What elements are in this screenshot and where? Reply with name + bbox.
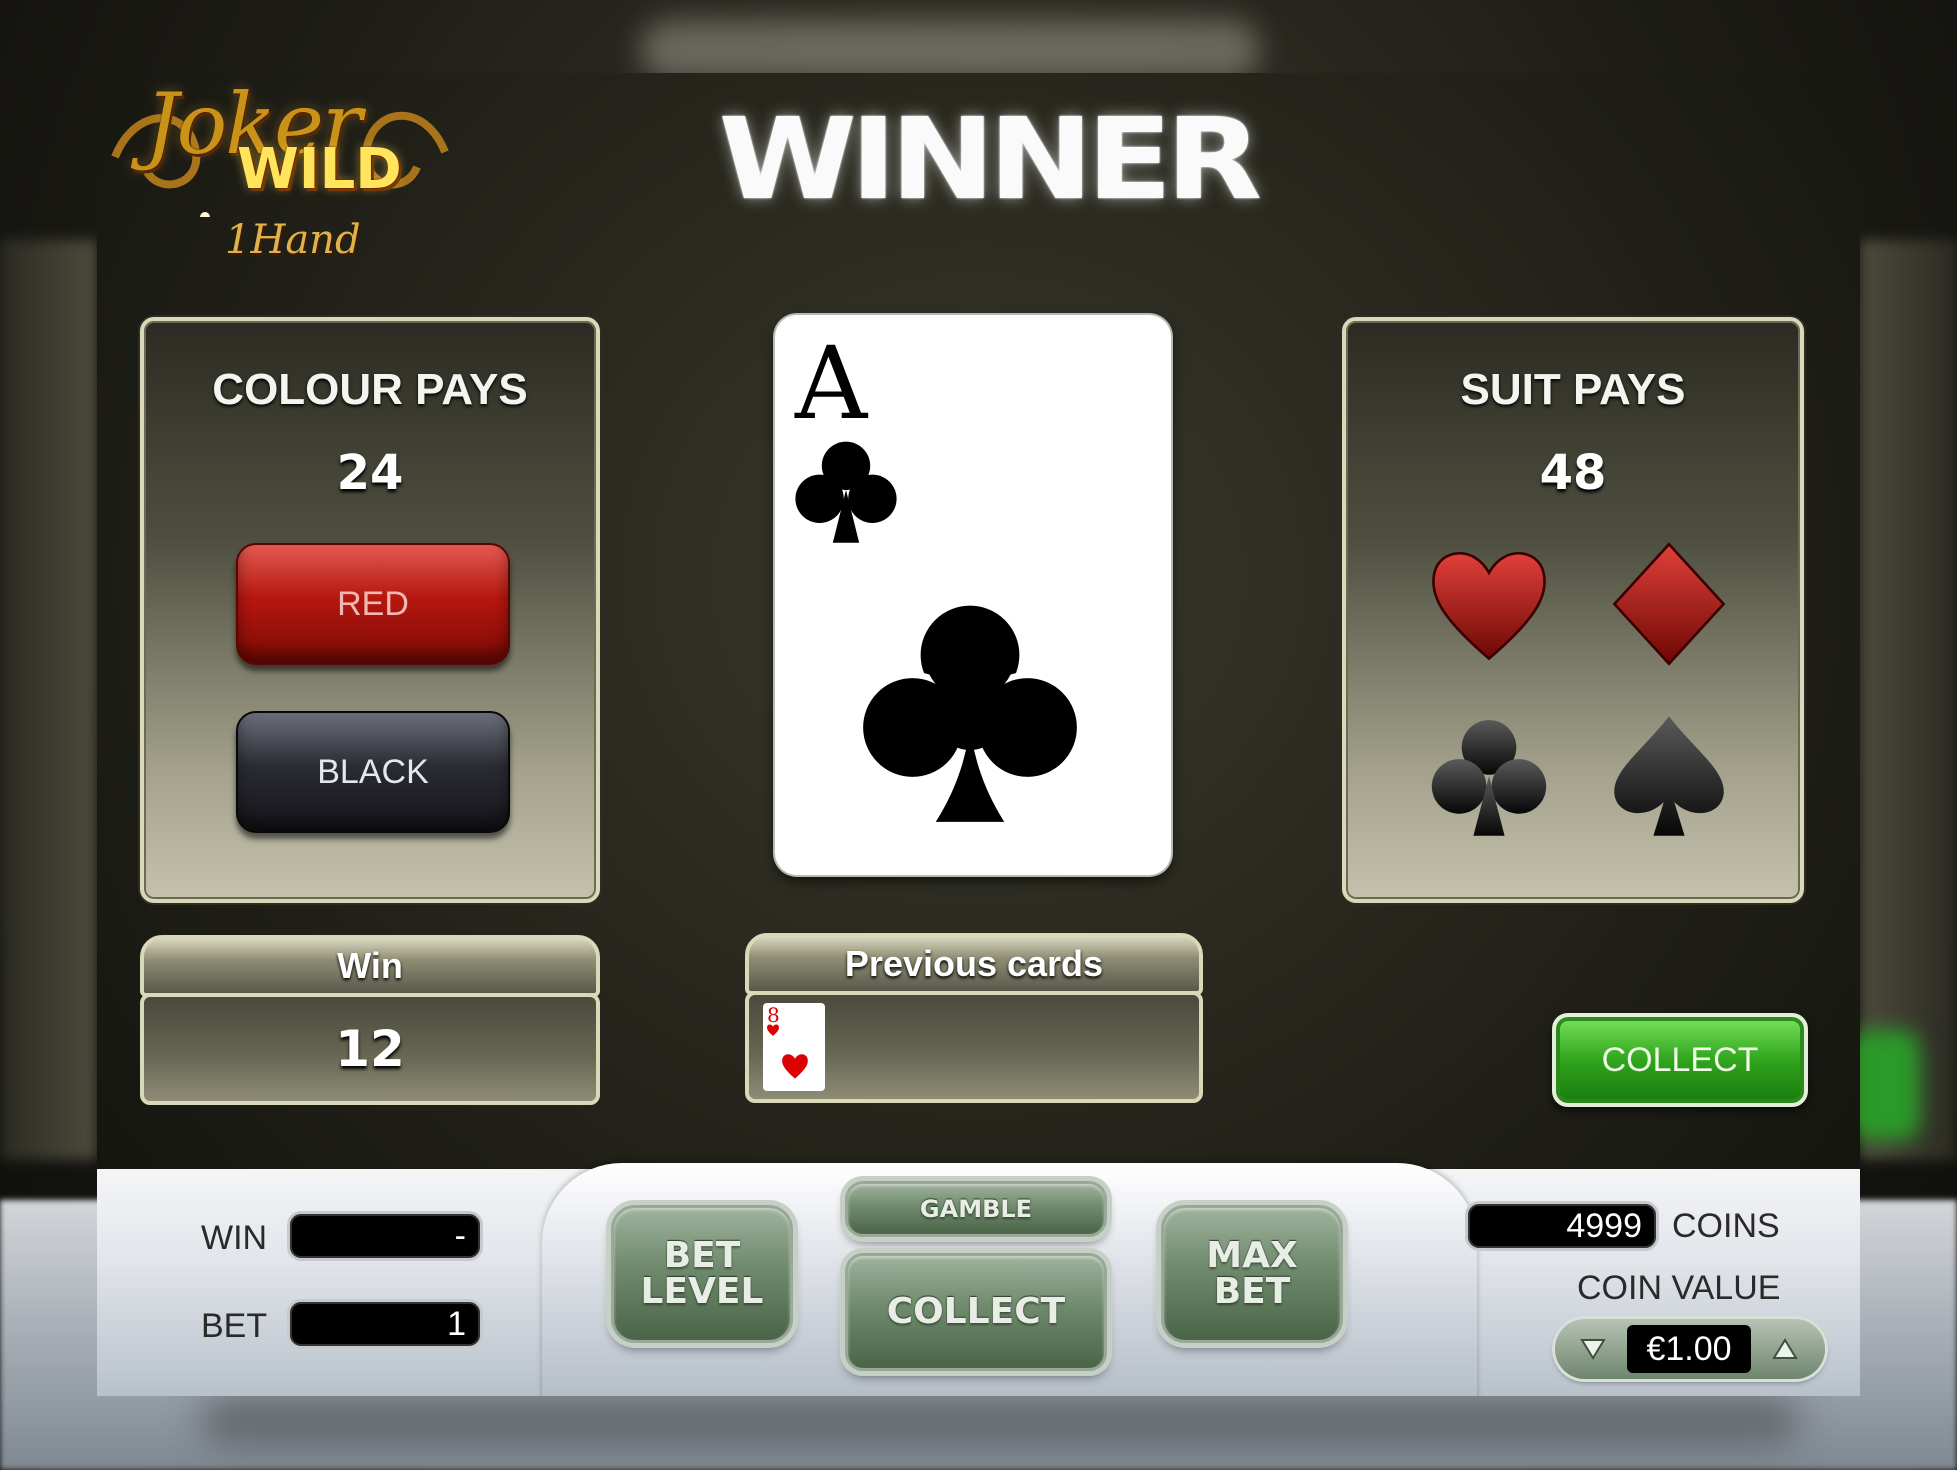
bet-level-button[interactable]: BET LEVEL	[611, 1205, 793, 1343]
game-logo: Joker WILD 1Hand	[105, 75, 457, 287]
winner-banner: WINNER	[718, 95, 1263, 225]
collect-button[interactable]: COLLECT	[845, 1253, 1107, 1371]
arrow-up-icon	[1772, 1338, 1798, 1359]
club-icon[interactable]	[1424, 711, 1554, 841]
coins-meter-value: 4999	[1465, 1201, 1659, 1251]
game-screen: Joker WILD 1Hand WINNER COLOUR PAYS 24 R…	[97, 73, 1860, 1396]
coins-label: COINS	[1672, 1207, 1780, 1245]
diamond-icon[interactable]	[1604, 539, 1734, 669]
collect-gamble-button[interactable]: COLLECT	[1552, 1013, 1808, 1107]
win-box-label: Win	[337, 945, 403, 986]
previous-cards-label: Previous cards	[844, 943, 1104, 984]
coin-value-down-button[interactable]	[1573, 1333, 1613, 1365]
bet-level-line1: BET	[663, 1235, 741, 1276]
colour-pays-value: 24	[336, 445, 404, 501]
suit-pays-value: 48	[1539, 445, 1607, 501]
black-button[interactable]: BLACK	[236, 711, 510, 833]
win-box-value: 12	[335, 1020, 405, 1078]
gamble-button[interactable]: GAMBLE	[845, 1181, 1107, 1237]
win-label-box: Win	[140, 935, 600, 997]
heart-icon[interactable]	[1424, 539, 1554, 669]
background-blur-right	[1860, 240, 1957, 1160]
logo-hand-text: 1Hand	[225, 217, 361, 263]
card-rank: A	[795, 325, 868, 442]
previous-card-small-heart-icon	[767, 1024, 779, 1036]
suit-pays-panel: SUIT PAYS 48	[1342, 317, 1804, 903]
coin-value-control: €1.00	[1555, 1319, 1825, 1379]
win-meter-value: -	[287, 1211, 483, 1261]
colour-pays-panel: COLOUR PAYS 24 RED BLACK	[140, 317, 600, 903]
bet-level-line2: LEVEL	[640, 1271, 764, 1312]
previous-card-heart-icon	[782, 1054, 808, 1079]
coin-value-label: COIN VALUE	[1577, 1269, 1781, 1307]
coin-value-display: €1.00	[1627, 1325, 1751, 1373]
win-meter-label: WIN	[201, 1219, 268, 1257]
background-blur-shadow	[200, 1395, 1800, 1445]
card-center-club-icon	[856, 599, 1084, 829]
background-blur-green	[1850, 1030, 1920, 1140]
win-value-box: 12	[140, 993, 600, 1105]
previous-cards-label-box: Previous cards	[745, 933, 1203, 995]
max-bet-button[interactable]: MAX BET	[1161, 1205, 1343, 1343]
spade-icon[interactable]	[1604, 711, 1734, 841]
suit-pays-title: SUIT PAYS	[1460, 365, 1686, 414]
arrow-down-icon	[1580, 1339, 1606, 1360]
max-bet-line2: BET	[1213, 1271, 1291, 1312]
logo-wild-text: WILD	[237, 137, 402, 202]
coin-value-up-button[interactable]	[1765, 1333, 1805, 1365]
max-bet-line1: MAX	[1206, 1235, 1298, 1276]
bet-meter-value: 1	[287, 1299, 483, 1349]
current-card: A	[775, 315, 1171, 875]
red-button[interactable]: RED	[236, 543, 510, 665]
card-corner-club-icon	[795, 441, 897, 543]
background-blur-left	[0, 240, 97, 1160]
previous-card: 8	[763, 1003, 825, 1091]
bet-meter-label: BET	[201, 1307, 268, 1345]
previous-cards-box: 8	[745, 991, 1203, 1103]
colour-pays-title: COLOUR PAYS	[212, 365, 528, 414]
background-blur-top	[640, 20, 1260, 80]
